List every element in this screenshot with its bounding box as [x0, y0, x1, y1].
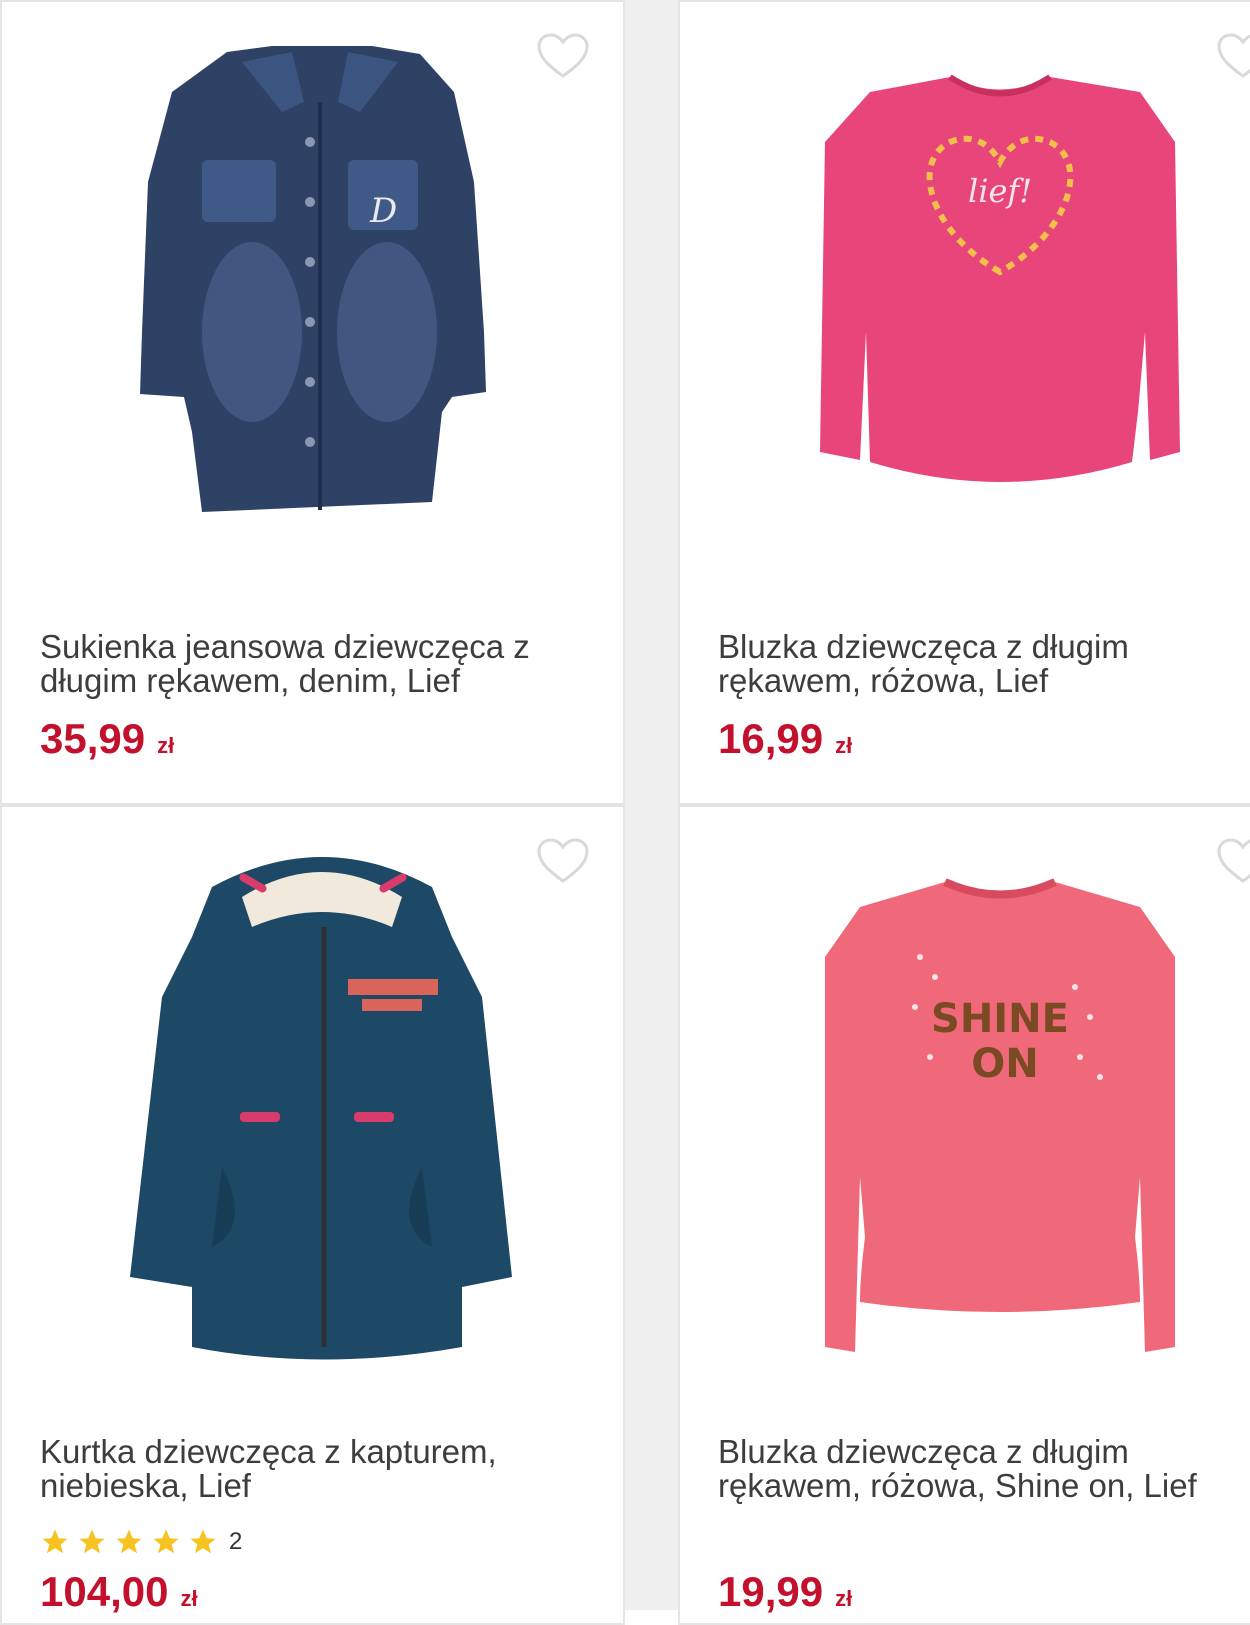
product-card[interactable]: Kurtka dziewczęca z kapturem, niebieska,…	[0, 805, 625, 1625]
product-price: 104,00 zł	[40, 1570, 198, 1621]
svg-text:D: D	[369, 191, 397, 231]
product-title[interactable]: Kurtka dziewczęca z kapturem, niebieska,…	[40, 1435, 580, 1503]
hooded-jacket-image[interactable]	[42, 837, 602, 1397]
product-title-line: Bluzka dziewczęca z długim	[718, 628, 1129, 665]
star-icon	[79, 1529, 105, 1554]
product-card[interactable]: D Sukienka jeansowa dziewczęca z długim …	[0, 0, 625, 805]
product-title[interactable]: Bluzka dziewczęca z długim rękawem, różo…	[718, 1435, 1250, 1503]
print-text: SHINE	[931, 996, 1069, 1042]
product-title-line: rękawem, różowa, Shine on, Lief	[718, 1467, 1197, 1504]
product-grid: D Sukienka jeansowa dziewczęca z długim …	[0, 0, 1250, 1625]
product-price: 35,99 zł	[40, 717, 174, 768]
pink-blouse-image[interactable]: lief!	[720, 32, 1250, 592]
price-value: 35,99	[40, 715, 146, 762]
product-price: 19,99 zł	[718, 1570, 852, 1621]
coral-blouse-image[interactable]: SHINE ON	[720, 837, 1250, 1397]
price-currency: zł	[157, 733, 175, 758]
heart-icon[interactable]	[1216, 837, 1250, 885]
rating-count: 2	[229, 1528, 243, 1555]
product-title-line: Kurtka dziewczęca z kapturem,	[40, 1433, 497, 1470]
svg-text:lief!: lief!	[968, 172, 1032, 210]
product-title-line: długim rękawem, denim, Lief	[40, 662, 461, 699]
product-title-line: rękawem, różowa, Lief	[718, 662, 1049, 699]
heart-icon[interactable]	[536, 32, 590, 80]
price-value: 19,99	[718, 1568, 824, 1615]
star-icon	[42, 1529, 68, 1554]
price-currency: zł	[835, 733, 853, 758]
product-title[interactable]: Sukienka jeansowa dziewczęca z długim rę…	[40, 630, 580, 698]
product-title-line: Bluzka dziewczęca z długim	[718, 1433, 1129, 1470]
star-icon	[190, 1529, 216, 1554]
price-value: 104,00	[40, 1568, 169, 1615]
star-icon	[116, 1529, 142, 1554]
product-title-line: Sukienka jeansowa dziewczęca z	[40, 628, 530, 665]
price-currency: zł	[180, 1586, 198, 1611]
denim-dress-image[interactable]: D	[42, 32, 602, 592]
product-card[interactable]: lief! Bluzka dziewczęca z długim rękawem…	[678, 0, 1250, 805]
price-value: 16,99	[718, 715, 824, 762]
product-title-line: niebieska, Lief	[40, 1467, 251, 1504]
product-price: 16,99 zł	[718, 717, 852, 768]
star-icon	[153, 1529, 179, 1554]
product-title[interactable]: Bluzka dziewczęca z długim rękawem, różo…	[718, 630, 1250, 698]
heart-icon[interactable]	[536, 837, 590, 885]
rating-stars: 2	[40, 1527, 242, 1557]
heart-icon[interactable]	[1216, 32, 1250, 80]
price-currency: zł	[835, 1586, 853, 1611]
print-text: ON	[971, 1041, 1038, 1087]
product-card[interactable]: SHINE ON Bluzka dziewczęca z długim ręka…	[678, 805, 1250, 1625]
